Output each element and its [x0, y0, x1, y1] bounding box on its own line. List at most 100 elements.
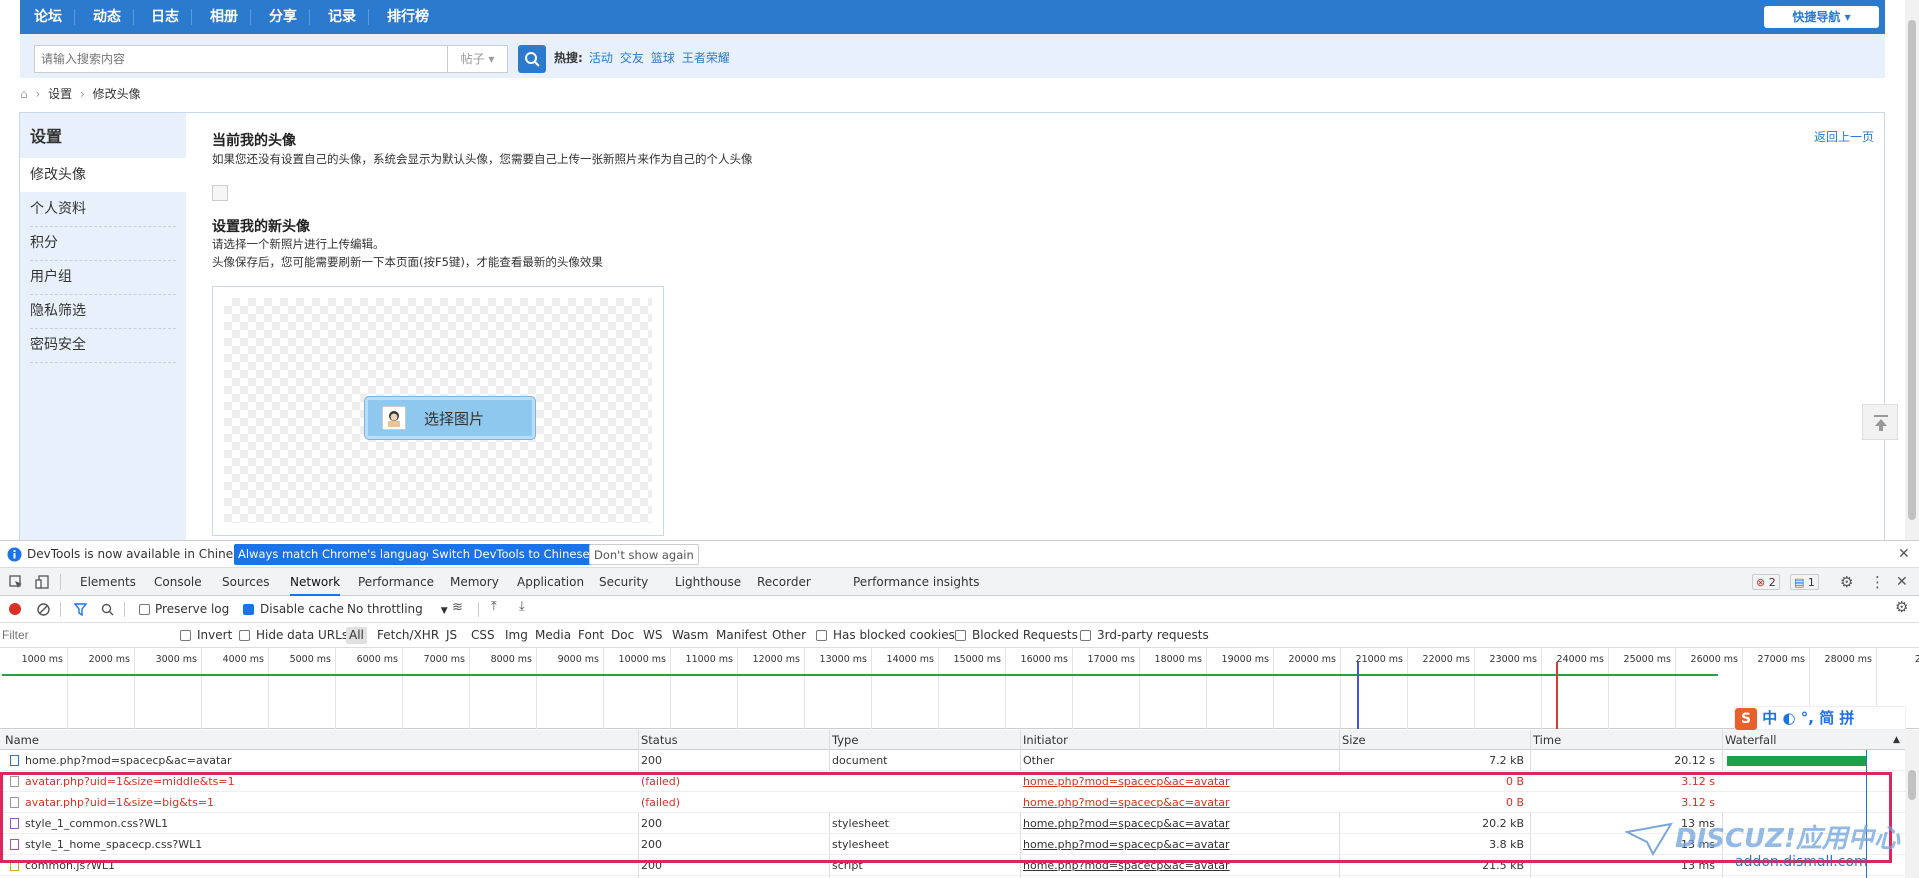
clear-icon[interactable] [37, 603, 50, 616]
export-har-icon[interactable]: ⤓ [519, 599, 525, 614]
tab-performance[interactable]: Performance [358, 568, 434, 596]
network-settings-icon[interactable]: ⚙ [1895, 598, 1908, 616]
nav-item-record[interactable]: 记录 [328, 0, 356, 34]
hot-link-basketball[interactable]: 篮球 [651, 51, 675, 65]
back-link[interactable]: 返回上一页 [1814, 128, 1874, 145]
scroll-to-top-button[interactable] [1862, 404, 1898, 440]
nav-item-blog[interactable]: 日志 [151, 0, 179, 34]
hide-data-urls-checkbox[interactable] [239, 630, 250, 641]
throttling-select[interactable]: No throttling ▼ [347, 597, 448, 624]
error-badge[interactable]: ⊗ 2 [1752, 574, 1780, 590]
cell-initiator[interactable]: home.php?mod=spacecp&ac=avatar [1023, 855, 1333, 876]
filter-type-img[interactable]: Img [505, 623, 528, 648]
cell-initiator[interactable]: home.php?mod=spacecp&ac=avatar [1023, 771, 1333, 792]
tab-recorder[interactable]: Recorder [757, 568, 811, 596]
record-icon[interactable] [9, 603, 21, 615]
filter-type-fetch-xhr[interactable]: Fetch/XHR [377, 623, 439, 648]
table-row[interactable]: style_1_common.css?WL1 200 stylesheet home.… [0, 813, 1905, 834]
tab-application[interactable]: Application [517, 568, 584, 596]
device-toolbar-icon[interactable] [35, 575, 49, 589]
breadcrumb-settings[interactable]: 设置 [48, 87, 72, 101]
table-row[interactable]: avatar.php?uid=1&size=middle&ts=1 (failed… [0, 771, 1905, 792]
disable-cache-checkbox[interactable] [243, 604, 254, 615]
home-icon[interactable]: ⌂ [20, 87, 28, 101]
message-badge[interactable]: ▤ 1 [1790, 574, 1819, 590]
filter-type-other[interactable]: Other [772, 623, 806, 648]
sidebar-item-usergroup[interactable]: 用户组 [30, 260, 196, 294]
filter-type-ws[interactable]: WS [643, 623, 662, 648]
sidebar-item-profile[interactable]: 个人资料 [30, 192, 196, 226]
filter-type-doc[interactable]: Doc [611, 623, 634, 648]
table-row[interactable]: common.js?WL1 200 script home.php?mod=space… [0, 855, 1905, 876]
more-menu-icon[interactable]: ⋮ [1870, 568, 1885, 596]
filter-type-wasm[interactable]: Wasm [672, 623, 708, 648]
nav-item-share[interactable]: 分享 [269, 0, 297, 34]
switch-chinese-button[interactable]: Switch DevTools to Chinese [428, 544, 594, 565]
tab-network[interactable]: Network [290, 568, 341, 596]
col-time[interactable]: Time [1533, 730, 1561, 750]
filter-type-all[interactable]: All [346, 627, 367, 644]
nav-item-feed[interactable]: 动态 [93, 0, 121, 34]
close-devtools-icon[interactable]: ✕ [1896, 568, 1908, 596]
tab-performance-insights[interactable]: Performance insights [853, 568, 980, 596]
table-row[interactable]: avatar.php?uid=1&size=big&ts=1 (failed) ho… [0, 792, 1905, 813]
third-party-checkbox[interactable] [1080, 630, 1091, 641]
col-status[interactable]: Status [641, 730, 678, 750]
filter-type-media[interactable]: Media [535, 623, 571, 648]
page-scrollbar[interactable] [1905, 0, 1919, 540]
cell-initiator[interactable]: home.php?mod=spacecp&ac=avatar [1023, 792, 1333, 813]
col-initiator[interactable]: Initiator [1023, 730, 1068, 750]
cell-initiator[interactable]: Other [1023, 750, 1333, 771]
filter-type-manifest[interactable]: Manifest [716, 623, 767, 648]
filter-type-css[interactable]: CSS [471, 623, 495, 648]
filter-icon[interactable] [74, 603, 87, 616]
hot-link-activity[interactable]: 活动 [589, 51, 613, 65]
tab-sources[interactable]: Sources [222, 568, 269, 596]
table-row[interactable]: home.php?mod=spacecp&ac=avatar 200 documen… [0, 750, 1905, 771]
close-info-bar-icon[interactable]: ✕ [1898, 541, 1910, 568]
timeline-tick [1340, 648, 1341, 729]
dont-show-again-button[interactable]: Don't show again [589, 544, 699, 565]
col-name[interactable]: Name [5, 730, 39, 750]
nav-item-ranking[interactable]: 排行榜 [387, 0, 429, 34]
sort-up-icon[interactable]: ▲ [1893, 730, 1900, 750]
wifi-conditions-icon[interactable]: ≋ [452, 600, 463, 615]
tab-elements[interactable]: Elements [80, 568, 136, 596]
filter-type-font[interactable]: Font [578, 623, 604, 648]
cell-initiator[interactable]: home.php?mod=spacecp&ac=avatar [1023, 813, 1333, 834]
sidebar-item-password[interactable]: 密码安全 [30, 328, 196, 362]
choose-image-button[interactable]: 选择图片 [365, 397, 535, 439]
blocked-cookies-checkbox[interactable] [816, 630, 827, 641]
col-size[interactable]: Size [1342, 730, 1366, 750]
search-input[interactable] [41, 46, 441, 72]
sidebar-item-credits[interactable]: 积分 [30, 226, 196, 260]
invert-checkbox[interactable] [180, 630, 191, 641]
import-har-icon[interactable]: ⤒ [491, 599, 497, 614]
filter-input[interactable] [2, 625, 167, 645]
inspect-element-icon[interactable] [9, 575, 23, 589]
match-language-button[interactable]: Always match Chrome's language [234, 544, 438, 565]
blocked-requests-checkbox[interactable] [955, 630, 966, 641]
filter-type-js[interactable]: JS [446, 623, 457, 648]
search-icon[interactable] [101, 603, 114, 616]
tab-console[interactable]: Console [154, 568, 202, 596]
tab-security[interactable]: Security [599, 568, 648, 596]
nav-item-album[interactable]: 相册 [210, 0, 238, 34]
quick-nav-button[interactable]: 快捷导航 ▾ [1764, 6, 1879, 28]
col-type[interactable]: Type [832, 730, 858, 750]
hot-link-dating[interactable]: 交友 [620, 51, 644, 65]
cell-initiator[interactable]: home.php?mod=spacecp&ac=avatar [1023, 834, 1333, 855]
sidebar-item-avatar[interactable]: 修改头像 [20, 158, 186, 192]
settings-gear-icon[interactable]: ⚙ [1840, 568, 1853, 596]
search-button[interactable] [518, 45, 546, 73]
tab-memory[interactable]: Memory [450, 568, 499, 596]
tab-lighthouse[interactable]: Lighthouse [675, 568, 741, 596]
preserve-log-checkbox[interactable] [139, 604, 150, 615]
sidebar-item-privacy[interactable]: 隐私筛选 [30, 294, 196, 328]
col-waterfall[interactable]: Waterfall [1725, 730, 1776, 750]
table-row[interactable]: style_1_home_spacecp.css?WL1 200 styleshee… [0, 834, 1905, 855]
search-type-select[interactable]: 帖子 ▾ [448, 45, 508, 73]
table-scrollbar[interactable] [1905, 730, 1919, 878]
hot-link-honor-of-kings[interactable]: 王者荣耀 [682, 51, 730, 65]
nav-item-forum[interactable]: 论坛 [34, 0, 62, 34]
